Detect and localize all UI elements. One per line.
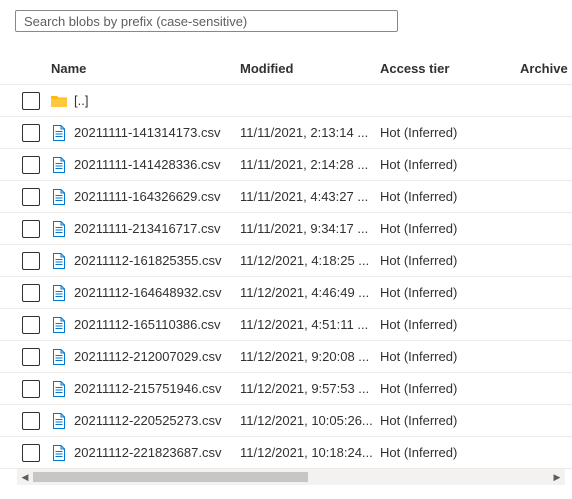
blob-modified: 11/12/2021, 9:20:08 ...: [240, 349, 370, 364]
blob-row[interactable]: 20211112-215751946.csv 11/12/2021, 9:57:5…: [0, 373, 572, 405]
blob-name-link[interactable]: 20211111-141314173.csv: [74, 125, 221, 140]
row-checkbox[interactable]: [22, 380, 40, 398]
blob-row[interactable]: 20211112-221823687.csv 11/12/2021, 10:18:…: [0, 437, 572, 469]
row-checkbox[interactable]: [22, 348, 40, 366]
blob-name-link[interactable]: 20211111-164326629.csv: [74, 189, 221, 204]
blob-row[interactable]: 20211112-220525273.csv 11/12/2021, 10:05:…: [0, 405, 572, 437]
folder-icon: [51, 93, 67, 109]
blob-row[interactable]: 20211112-212007029.csv 11/12/2021, 9:20:0…: [0, 341, 572, 373]
row-checkbox[interactable]: [22, 316, 40, 334]
blob-modified: 11/11/2021, 2:13:14 ...: [240, 125, 369, 140]
blob-name-link[interactable]: 20211112-165110386.csv: [74, 317, 221, 332]
row-checkbox[interactable]: [22, 188, 40, 206]
blob-access-tier: Hot (Inferred): [380, 253, 458, 268]
blob-access-tier: Hot (Inferred): [380, 381, 458, 396]
blob-row[interactable]: 20211112-164648932.csv 11/12/2021, 4:46:4…: [0, 277, 572, 309]
search-input[interactable]: [24, 13, 389, 29]
column-header-name[interactable]: Name: [51, 61, 86, 76]
blob-row[interactable]: 20211111-164326629.csv 11/11/2021, 4:43:2…: [0, 181, 572, 213]
row-checkbox[interactable]: [22, 124, 40, 142]
document-icon: [51, 253, 67, 269]
document-icon: [51, 157, 67, 173]
document-icon: [51, 413, 67, 429]
table-header: Name Modified Access tier Archive: [0, 54, 572, 85]
parent-folder-link[interactable]: [..]: [74, 93, 88, 108]
blob-access-tier: Hot (Inferred): [380, 157, 458, 172]
blob-row[interactable]: 20211111-141314173.csv 11/11/2021, 2:13:1…: [0, 117, 572, 149]
document-icon: [51, 349, 67, 365]
document-icon: [51, 285, 67, 301]
blob-access-tier: Hot (Inferred): [380, 189, 458, 204]
blob-access-tier: Hot (Inferred): [380, 317, 458, 332]
scrollbar-thumb[interactable]: [33, 472, 308, 482]
row-checkbox[interactable]: [22, 252, 40, 270]
parent-folder-row[interactable]: [..]: [0, 85, 572, 117]
blob-name-link[interactable]: 20211111-141428336.csv: [74, 157, 221, 172]
blob-access-tier: Hot (Inferred): [380, 221, 458, 236]
row-checkbox[interactable]: [22, 412, 40, 430]
blob-name-link[interactable]: 20211112-164648932.csv: [74, 285, 221, 300]
blob-access-tier: Hot (Inferred): [380, 125, 458, 140]
document-icon: [51, 317, 67, 333]
blob-access-tier: Hot (Inferred): [380, 413, 458, 428]
blob-modified: 11/12/2021, 4:46:49 ...: [240, 285, 370, 300]
blob-modified: 11/12/2021, 4:18:25 ...: [240, 253, 370, 268]
blob-name-link[interactable]: 20211112-212007029.csv: [74, 349, 221, 364]
document-icon: [51, 221, 67, 237]
document-icon: [51, 381, 67, 397]
blob-row[interactable]: 20211112-165110386.csv 11/12/2021, 4:51:1…: [0, 309, 572, 341]
blob-row[interactable]: 20211111-141428336.csv 11/11/2021, 2:14:2…: [0, 149, 572, 181]
blob-access-tier: Hot (Inferred): [380, 349, 458, 364]
blob-list: [..] 20211111-141314173.csv 11/11/2021, 2…: [0, 85, 572, 469]
column-header-archive[interactable]: Archive: [520, 61, 568, 76]
blob-modified: 11/12/2021, 9:57:53 ...: [240, 381, 370, 396]
blob-modified: 11/12/2021, 4:51:11 ...: [240, 317, 369, 332]
horizontal-scrollbar[interactable]: ◀ ▶: [17, 469, 565, 485]
blob-access-tier: Hot (Inferred): [380, 445, 458, 460]
column-header-access-tier[interactable]: Access tier: [380, 61, 449, 76]
document-icon: [51, 125, 67, 141]
search-box[interactable]: [15, 10, 398, 32]
scroll-left-arrow-icon[interactable]: ◀: [17, 469, 33, 485]
blob-name-link[interactable]: 20211112-215751946.csv: [74, 381, 221, 396]
blob-name-link[interactable]: 20211112-220525273.csv: [74, 413, 221, 428]
blob-row[interactable]: 20211112-161825355.csv 11/12/2021, 4:18:2…: [0, 245, 572, 277]
blob-name-link[interactable]: 20211112-221823687.csv: [74, 445, 221, 460]
blob-name-link[interactable]: 20211111-213416717.csv: [74, 221, 221, 236]
blob-modified: 11/12/2021, 10:05:26...: [240, 413, 373, 428]
blob-modified: 11/11/2021, 2:14:28 ...: [240, 157, 369, 172]
column-header-modified[interactable]: Modified: [240, 61, 293, 76]
row-checkbox[interactable]: [22, 92, 40, 110]
blob-modified: 11/12/2021, 10:18:24...: [240, 445, 373, 460]
row-checkbox[interactable]: [22, 220, 40, 238]
blob-name-link[interactable]: 20211112-161825355.csv: [74, 253, 221, 268]
blob-modified: 11/11/2021, 9:34:17 ...: [240, 221, 369, 236]
blob-row[interactable]: 20211111-213416717.csv 11/11/2021, 9:34:1…: [0, 213, 572, 245]
blob-access-tier: Hot (Inferred): [380, 285, 458, 300]
row-checkbox[interactable]: [22, 444, 40, 462]
scroll-right-arrow-icon[interactable]: ▶: [549, 469, 565, 485]
row-checkbox[interactable]: [22, 156, 40, 174]
blob-modified: 11/11/2021, 4:43:27 ...: [240, 189, 369, 204]
row-checkbox[interactable]: [22, 284, 40, 302]
document-icon: [51, 189, 67, 205]
document-icon: [51, 445, 67, 461]
